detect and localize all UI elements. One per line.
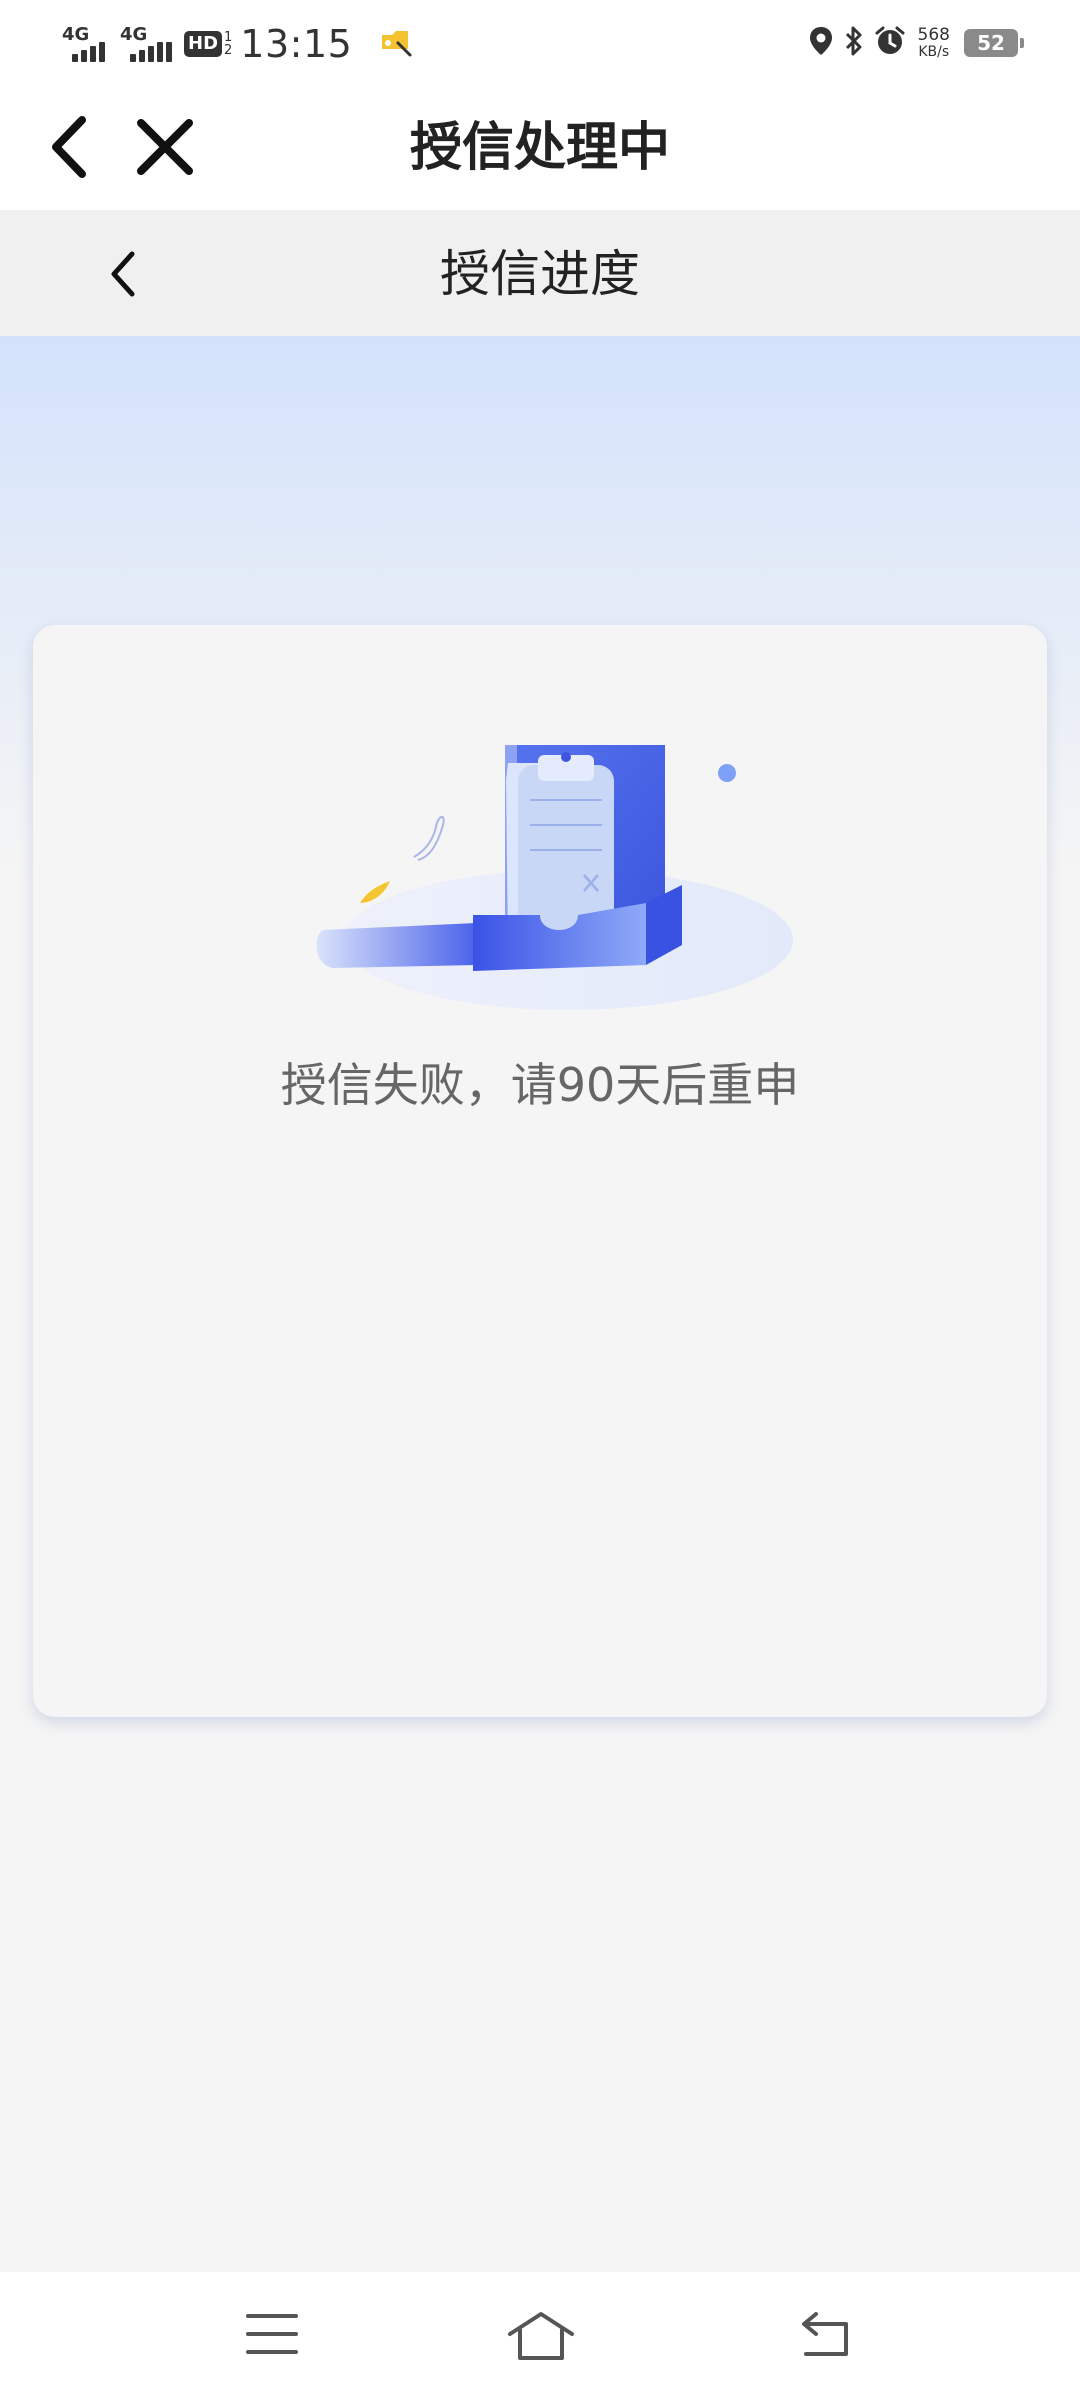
status-bar: 4G 4G HD 1 2 13:15 568 KB/s 52 — [0, 0, 1080, 86]
alarm-icon — [874, 25, 906, 61]
result-message: 授信失败，请90天后重申 — [280, 1058, 800, 1112]
title-bar: 授信处理中 — [0, 86, 1080, 210]
bluetooth-icon — [844, 25, 864, 61]
signal-icon: 4G — [120, 24, 172, 64]
hd-icon: HD 1 2 — [184, 31, 232, 57]
nav-home-button[interactable] — [506, 2308, 576, 2364]
location-icon — [808, 25, 834, 61]
sub-header-title: 授信进度 — [440, 245, 640, 303]
status-time: 13:15 — [240, 22, 353, 66]
hd-label: HD — [184, 31, 223, 57]
nav-menu-button[interactable] — [244, 2308, 300, 2360]
status-bar-right: 568 KB/s 52 — [798, 18, 1024, 68]
network-speed-unit: KB/s — [918, 43, 950, 60]
status-bar-left: 4G 4G HD 1 2 13:15 — [62, 14, 414, 74]
home-icon — [508, 2312, 574, 2360]
document-rejected-illustration — [316, 745, 793, 1010]
page-title: 授信处理中 — [409, 118, 670, 178]
back-icon — [802, 2312, 848, 2356]
hd-sim-number: 2 — [224, 43, 233, 58]
system-nav-bar — [0, 2272, 1080, 2400]
app-screen: 4G 4G HD 1 2 13:15 568 KB/s 52 授信处理中 授信进… — [0, 0, 1080, 2400]
signal-icon: 4G — [62, 24, 112, 64]
battery-level: 52 — [977, 31, 1005, 55]
sim1-network-label: 4G — [62, 24, 90, 45]
status-card: 授信失败，请90天后重申 — [33, 625, 1047, 1717]
menu-icon — [246, 2314, 298, 2354]
app-notification-icon — [378, 25, 414, 63]
sub-header: 授信进度 — [0, 210, 1080, 336]
battery-icon: 52 — [964, 29, 1024, 57]
network-speed-value: 568 — [917, 24, 950, 45]
nav-back-button[interactable] — [796, 2308, 852, 2360]
sim2-network-label: 4G — [120, 24, 148, 45]
network-speed: 568 KB/s — [917, 24, 950, 60]
